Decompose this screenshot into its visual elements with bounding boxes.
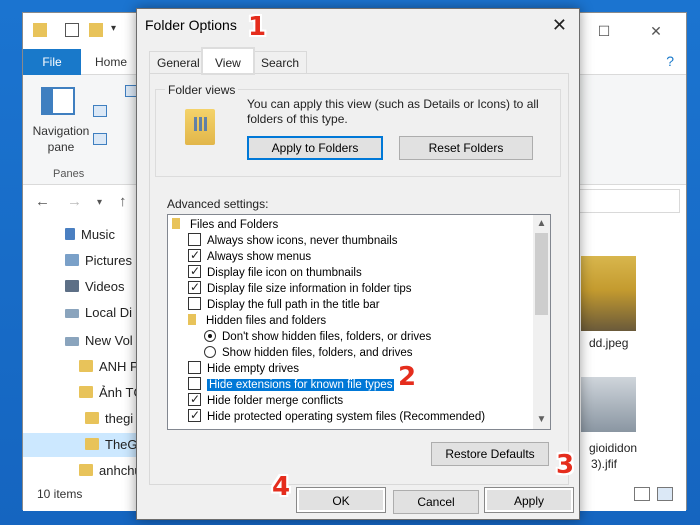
drive-icon: [65, 337, 79, 346]
setting-row[interactable]: Display file size information in folder …: [188, 279, 412, 297]
folder-icon: [188, 314, 196, 325]
checkbox[interactable]: [188, 361, 201, 374]
preview-pane-icon[interactable]: [93, 105, 107, 117]
close-icon[interactable]: ✕: [641, 21, 671, 41]
tree-folder-files-and-folders: Files and Folders: [172, 217, 278, 233]
checkbox[interactable]: [188, 263, 201, 279]
apply-to-folders-button[interactable]: Apply to Folders: [247, 136, 383, 160]
navigation-sidebar: Music Pictures Videos Local Di New Vol A…: [23, 217, 148, 487]
details-view-icon[interactable]: [634, 487, 650, 501]
new-folder-icon[interactable]: [89, 23, 103, 37]
setting-row[interactable]: Display file icon on thumbnails: [188, 263, 362, 281]
checkbox[interactable]: [188, 279, 201, 295]
folder-icon: [79, 464, 93, 476]
setting-row[interactable]: Always show icons, never thumbnails: [188, 233, 397, 249]
pictures-icon: [65, 254, 79, 266]
sidebar-item-folder[interactable]: Ảnh TG: [79, 381, 144, 405]
properties-icon[interactable]: [65, 23, 79, 37]
quick-access-dropdown-icon[interactable]: ▾: [111, 23, 125, 37]
setting-row[interactable]: Hide folder merge conflicts: [188, 391, 343, 409]
setting-row[interactable]: Hide empty drives: [188, 361, 299, 377]
advanced-settings-label: Advanced settings:: [167, 197, 269, 211]
image-thumbnail[interactable]: [581, 256, 636, 331]
reset-folders-button[interactable]: Reset Folders: [399, 136, 533, 160]
up-arrow-icon[interactable]: ↑: [119, 193, 127, 210]
music-icon: [65, 228, 75, 240]
restore-defaults-button[interactable]: Restore Defaults: [431, 442, 549, 466]
file-name-label[interactable]: gioididon: [589, 441, 637, 455]
tab-home[interactable]: Home: [95, 49, 127, 75]
folder-icon: [85, 438, 99, 450]
close-icon[interactable]: ✕: [552, 16, 567, 34]
image-thumbnail[interactable]: [581, 377, 636, 432]
sidebar-item-videos[interactable]: Videos: [65, 275, 125, 299]
ok-button[interactable]: OK: [297, 488, 385, 512]
setting-row[interactable]: Always show menus: [188, 247, 311, 265]
sidebar-item-local-disk[interactable]: Local Di: [65, 301, 132, 325]
navigation-pane-label[interactable]: Navigation pane: [31, 123, 91, 155]
checkbox[interactable]: [188, 247, 201, 263]
radio-button[interactable]: [204, 330, 216, 342]
scroll-down-icon[interactable]: ▼: [535, 413, 548, 427]
folder-views-description: You can apply this view (such as Details…: [247, 97, 539, 126]
tab-search[interactable]: Search: [253, 51, 308, 73]
vertical-scrollbar[interactable]: ▲ ▼: [533, 215, 550, 429]
folder-icon: [33, 23, 47, 37]
drive-icon: [65, 309, 79, 318]
sidebar-item-folder-selected[interactable]: TheG: [23, 433, 148, 457]
cancel-button[interactable]: Cancel: [393, 490, 479, 514]
forward-arrow-icon[interactable]: →: [67, 193, 82, 210]
tab-file[interactable]: File: [23, 49, 81, 75]
advanced-settings-list[interactable]: Files and Folders Always show icons, nev…: [167, 214, 551, 430]
setting-row-hide-extensions[interactable]: Hide extensions for known file types: [188, 377, 395, 393]
folder-icon: [79, 386, 93, 398]
apply-button[interactable]: Apply: [485, 488, 573, 512]
item-count: 10 items: [37, 487, 83, 501]
step-number-4: 4: [272, 472, 291, 502]
file-name-label[interactable]: dd.jpeg: [589, 336, 628, 350]
details-pane-icon[interactable]: [93, 133, 107, 145]
folder-views-legend: Folder views: [165, 83, 239, 97]
setting-row[interactable]: Don't show hidden files, folders, or dri…: [204, 329, 431, 345]
sidebar-item-new-volume[interactable]: New Vol: [65, 329, 133, 353]
checkbox[interactable]: [188, 297, 201, 310]
dialog-title: Folder Options: [145, 17, 237, 33]
folder-icon: [85, 412, 99, 424]
sidebar-item-folder[interactable]: thegi: [85, 407, 133, 431]
tab-view[interactable]: View: [201, 47, 255, 75]
folder-options-dialog: Folder Options ✕ General View Search Fol…: [136, 8, 580, 520]
help-icon[interactable]: ?: [666, 53, 674, 69]
sidebar-item-folder[interactable]: anhchu: [79, 459, 142, 483]
setting-row[interactable]: Show hidden files, folders, and drives: [204, 345, 413, 361]
sidebar-item-pictures[interactable]: Pictures: [65, 249, 132, 273]
folder-icon: [79, 360, 93, 372]
recent-dropdown-icon[interactable]: ▾: [97, 197, 102, 208]
back-arrow-icon[interactable]: ←: [35, 193, 50, 210]
navigation-pane-icon[interactable]: [41, 87, 75, 115]
maximize-icon[interactable]: ☐: [589, 21, 619, 41]
checkbox[interactable]: [188, 233, 201, 246]
hide-extensions-checkbox[interactable]: [188, 377, 201, 390]
folder-icon: [172, 218, 180, 229]
step-number-3: 3: [556, 450, 575, 480]
setting-row[interactable]: Hide protected operating system files (R…: [188, 407, 485, 425]
tab-general[interactable]: General: [149, 51, 208, 73]
folder-view-icon: [185, 109, 215, 145]
checkbox[interactable]: [188, 391, 201, 407]
sidebar-item-folder[interactable]: ANH P: [79, 355, 139, 379]
step-number-1: 1: [248, 12, 267, 42]
setting-row[interactable]: Display the full path in the title bar: [188, 297, 380, 313]
sidebar-item-music[interactable]: Music: [65, 223, 115, 247]
videos-icon: [65, 280, 79, 292]
tree-folder-hidden-files: Hidden files and folders: [188, 313, 326, 329]
panes-group-label: Panes: [53, 168, 85, 180]
large-icons-view-icon[interactable]: [657, 487, 673, 501]
checkbox[interactable]: [188, 407, 201, 423]
file-name-label[interactable]: 3).jfif: [591, 457, 617, 471]
hide-extensions-label[interactable]: Hide extensions for known file types: [207, 379, 395, 391]
scrollbar-thumb[interactable]: [535, 233, 548, 315]
radio-button[interactable]: [204, 346, 216, 358]
scroll-up-icon[interactable]: ▲: [535, 217, 548, 231]
step-number-2: 2: [398, 362, 417, 392]
